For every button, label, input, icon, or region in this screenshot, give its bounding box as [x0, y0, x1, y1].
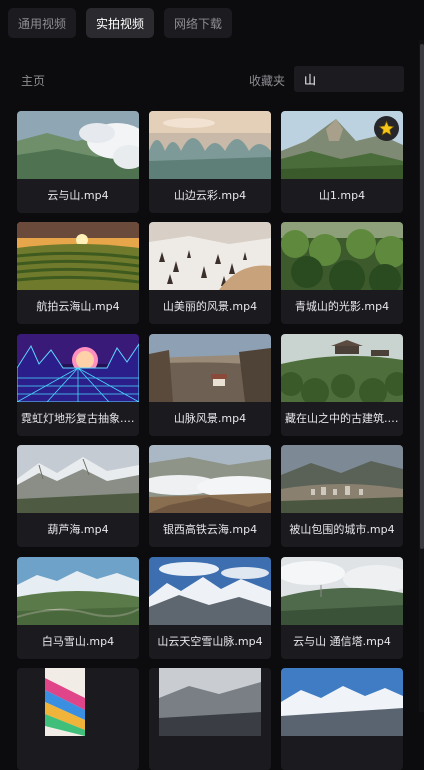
- video-thumbnail: [281, 445, 403, 513]
- video-thumbnail: [281, 557, 403, 625]
- video-card[interactable]: 云与山.mp4: [17, 111, 139, 213]
- video-title: 青城山的光影.mp4: [294, 300, 390, 313]
- video-card[interactable]: 云与山 通信塔.mp4: [281, 557, 403, 659]
- video-card[interactable]: [149, 668, 271, 770]
- video-title: 霓虹灯地形复古抽象.mp4: [21, 412, 135, 425]
- video-title: 山脉风景.mp4: [173, 412, 247, 425]
- tab-web-download[interactable]: 网络下载: [164, 8, 233, 38]
- video-thumbnail: [149, 557, 271, 625]
- tab-live-video[interactable]: 实拍视频: [86, 8, 155, 38]
- video-title: 被山包围的城市.mp4: [289, 523, 395, 536]
- video-thumbnail: [149, 222, 271, 290]
- video-card[interactable]: 青城山的光影.mp4: [281, 222, 403, 324]
- video-title: 山美丽的风景.mp4: [162, 300, 258, 313]
- tab-general-video[interactable]: 通用视频: [8, 8, 77, 38]
- search-input[interactable]: [294, 66, 404, 92]
- video-card[interactable]: 银西高铁云海.mp4: [149, 445, 271, 547]
- video-card[interactable]: 藏在山之中的古建筑.mp4: [281, 334, 403, 436]
- favorites-label[interactable]: 收藏夹: [249, 72, 285, 89]
- video-title: [153, 744, 267, 762]
- video-card[interactable]: 山边云彩.mp4: [149, 111, 271, 213]
- video-thumbnail: [17, 334, 139, 402]
- video-card[interactable]: 山1.mp4: [281, 111, 403, 213]
- video-card[interactable]: 被山包围的城市.mp4: [281, 445, 403, 547]
- scrollbar-thumb[interactable]: [420, 44, 424, 549]
- video-card[interactable]: 山美丽的风景.mp4: [149, 222, 271, 324]
- video-thumbnail: [281, 668, 403, 736]
- video-title: 云与山 通信塔.mp4: [293, 635, 391, 648]
- video-card[interactable]: 山云天空雪山脉.mp4: [149, 557, 271, 659]
- breadcrumb-home[interactable]: 主页: [21, 72, 45, 89]
- video-title: 白马雪山.mp4: [41, 635, 115, 648]
- video-thumbnail: [149, 668, 271, 736]
- video-title: 航拍云海山.mp4: [36, 300, 120, 313]
- video-title: 葫芦海.mp4: [47, 523, 109, 536]
- video-card[interactable]: 山脉风景.mp4: [149, 334, 271, 436]
- video-title: 藏在山之中的古建筑.mp4: [285, 412, 399, 425]
- video-thumbnail: [17, 111, 139, 179]
- video-thumbnail: [149, 111, 271, 179]
- video-card[interactable]: [281, 668, 403, 770]
- video-thumbnail: [17, 557, 139, 625]
- video-title: 山边云彩.mp4: [173, 189, 247, 202]
- video-thumbnail: [17, 668, 139, 736]
- video-thumbnail: [281, 334, 403, 402]
- video-card[interactable]: [17, 668, 139, 770]
- video-title: 银西高铁云海.mp4: [162, 523, 258, 536]
- video-thumbnail: [281, 222, 403, 290]
- video-thumbnail: [17, 445, 139, 513]
- video-title: 山云天空雪山脉.mp4: [157, 635, 263, 648]
- video-title: 山1.mp4: [318, 189, 366, 202]
- video-card[interactable]: 航拍云海山.mp4: [17, 222, 139, 324]
- tab-bar: 通用视频 实拍视频 网络下载: [8, 8, 233, 38]
- video-title: [21, 744, 135, 762]
- video-card[interactable]: 霓虹灯地形复古抽象.mp4: [17, 334, 139, 436]
- video-card[interactable]: 白马雪山.mp4: [17, 557, 139, 659]
- video-thumbnail: [17, 222, 139, 290]
- video-title: 云与山.mp4: [47, 189, 109, 202]
- video-thumbnail: [149, 334, 271, 402]
- favorite-star-icon[interactable]: [374, 116, 399, 141]
- video-thumbnail: [149, 445, 271, 513]
- toolbar: 主页 收藏夹: [0, 64, 420, 94]
- video-title: [285, 744, 399, 762]
- video-card[interactable]: 葫芦海.mp4: [17, 445, 139, 547]
